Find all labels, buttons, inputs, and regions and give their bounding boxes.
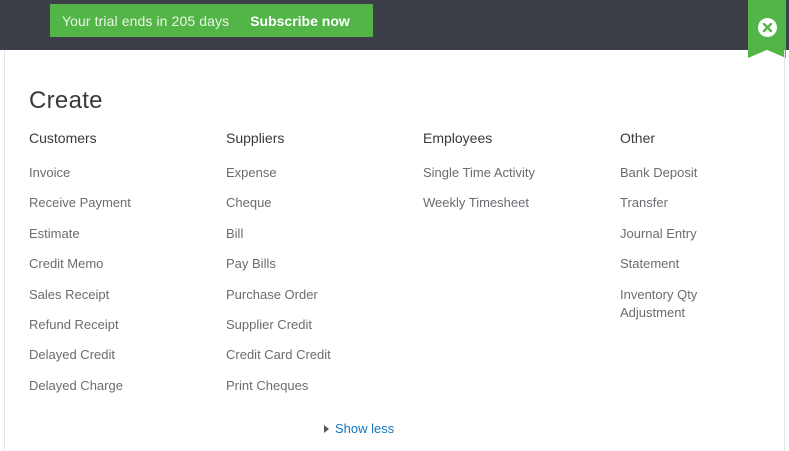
menu-item-sales-receipt[interactable]: Sales Receipt <box>29 286 219 304</box>
menu-item-print-cheques[interactable]: Print Cheques <box>226 377 416 395</box>
trial-text: Your trial ends in 205 days <box>62 12 230 29</box>
column-suppliers: Suppliers Expense Cheque Bill Pay Bills … <box>226 128 416 407</box>
subscribe-now-link[interactable]: Subscribe now <box>250 13 350 29</box>
column-heading: Other <box>620 130 656 146</box>
menu-item-credit-memo[interactable]: Credit Memo <box>29 255 219 273</box>
menu-item-delayed-charge[interactable]: Delayed Charge <box>29 377 219 395</box>
menu-item-purchase-order[interactable]: Purchase Order <box>226 286 416 304</box>
menu-item-credit-card-credit[interactable]: Credit Card Credit <box>226 346 416 364</box>
column-heading: Suppliers <box>226 130 285 146</box>
caret-right-icon <box>324 424 329 433</box>
menu-item-bill[interactable]: Bill <box>226 225 416 243</box>
menu-item-refund-receipt[interactable]: Refund Receipt <box>29 316 219 334</box>
trial-banner: Your trial ends in 205 days Subscribe no… <box>50 4 373 37</box>
menu-item-weekly-timesheet[interactable]: Weekly Timesheet <box>423 194 613 212</box>
menu-item-receive-payment[interactable]: Receive Payment <box>29 194 219 212</box>
menu-item-cheque[interactable]: Cheque <box>226 194 416 212</box>
column-heading: Customers <box>29 130 97 146</box>
menu-item-journal-entry[interactable]: Journal Entry <box>620 225 789 243</box>
menu-item-bank-deposit[interactable]: Bank Deposit <box>620 164 789 182</box>
menu-item-statement[interactable]: Statement <box>620 255 789 273</box>
page-title: Create <box>29 87 103 114</box>
column-other: Other Bank Deposit Transfer Journal Entr… <box>620 128 789 334</box>
show-less-label: Show less <box>335 421 395 436</box>
menu-item-single-time-activity[interactable]: Single Time Activity <box>423 164 613 182</box>
menu-item-delayed-credit[interactable]: Delayed Credit <box>29 346 219 364</box>
menu-item-invoice[interactable]: Invoice <box>29 164 219 182</box>
show-less-link[interactable]: Show less <box>324 421 394 436</box>
column-customers: Customers Invoice Receive Payment Estima… <box>29 128 219 407</box>
menu-item-estimate[interactable]: Estimate <box>29 225 219 243</box>
menu-item-pay-bills[interactable]: Pay Bills <box>226 255 416 273</box>
column-employees: Employees Single Time Activity Weekly Ti… <box>423 128 613 225</box>
menu-item-inventory-qty-adjustment[interactable]: Inventory Qty Adjustment <box>620 286 730 322</box>
close-icon <box>758 18 777 37</box>
menu-item-transfer[interactable]: Transfer <box>620 194 789 212</box>
column-heading: Employees <box>423 130 493 146</box>
menu-item-supplier-credit[interactable]: Supplier Credit <box>226 316 416 334</box>
menu-item-expense[interactable]: Expense <box>226 164 416 182</box>
